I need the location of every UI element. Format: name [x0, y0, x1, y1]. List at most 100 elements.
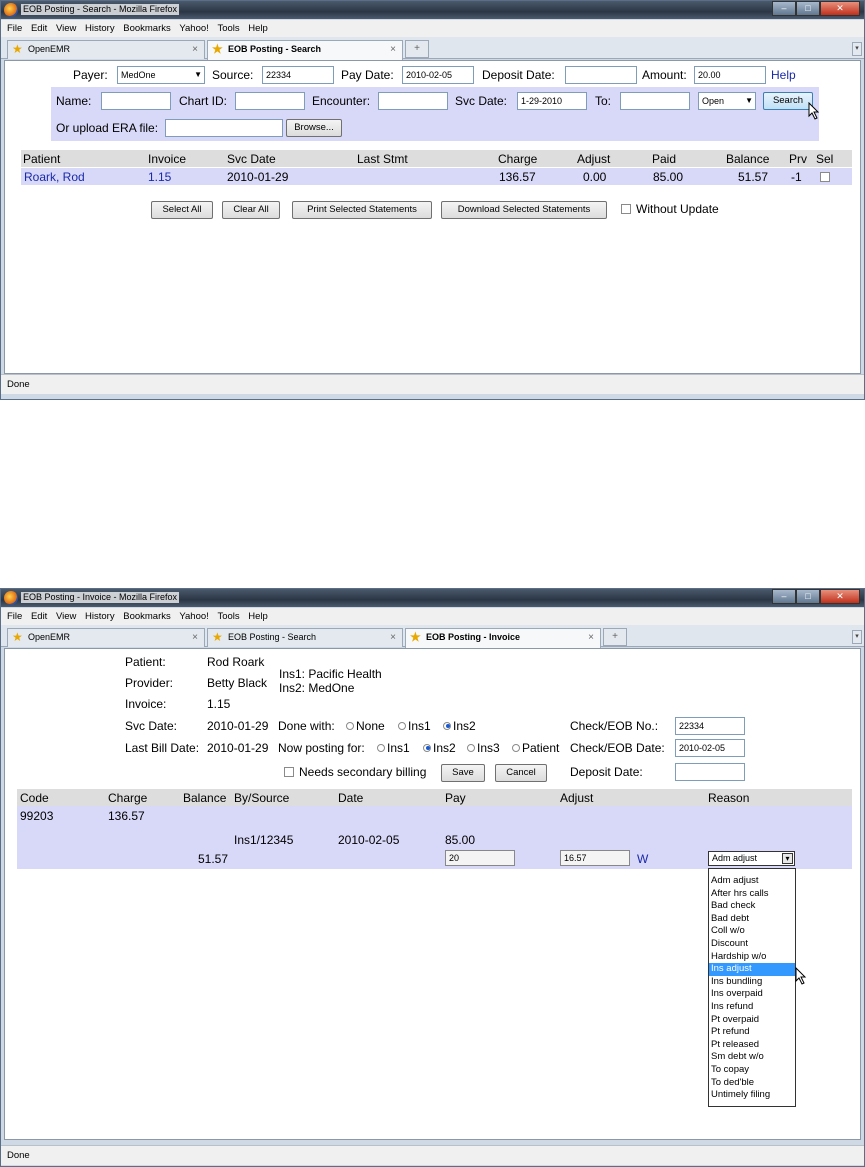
select-checkbox[interactable] [820, 172, 830, 182]
dropdown-option[interactable]: Pt overpaid [709, 1014, 795, 1027]
post-ins2-radio[interactable]: Ins2 [423, 741, 456, 755]
clear-all-button[interactable]: Clear All [222, 201, 280, 219]
status-select[interactable]: Open ▼ [698, 92, 756, 110]
dropdown-option[interactable]: Pt released [709, 1039, 795, 1052]
adjust-input[interactable]: 16.57 [560, 850, 630, 866]
patient-link[interactable]: Roark, Rod [24, 170, 85, 184]
without-update-checkbox[interactable] [621, 204, 631, 214]
close-button[interactable]: ✕ [820, 589, 860, 604]
to-date-input[interactable] [620, 92, 690, 110]
dropdown-option[interactable]: Ins adjust [709, 963, 795, 976]
help-link[interactable]: Help [771, 68, 796, 82]
era-file-input[interactable] [165, 119, 283, 137]
minimize-button[interactable]: – [772, 1, 796, 16]
check-no-input[interactable]: 22334 [675, 717, 745, 735]
minimize-button[interactable]: – [772, 589, 796, 604]
menu-help[interactable]: Help [248, 20, 268, 37]
done-with-none-radio[interactable]: None [346, 719, 385, 733]
ins1-value: Ins1: Pacific Health [279, 667, 382, 681]
dropdown-option[interactable]: Bad check [709, 900, 795, 913]
dropdown-option[interactable]: Ins bundling [709, 976, 795, 989]
dropdown-option[interactable]: Pt refund [709, 1026, 795, 1039]
menu-yahoo[interactable]: Yahoo! [179, 608, 208, 625]
check-date-label: Check/EOB Date: [570, 741, 665, 755]
menu-help[interactable]: Help [248, 608, 268, 625]
svc-date-input[interactable]: 1-29-2010 [517, 92, 587, 110]
menu-history[interactable]: History [85, 20, 115, 37]
pay-date-input[interactable]: 2010-02-05 [402, 66, 474, 84]
tab-openemr[interactable]: ★ OpenEMR × [7, 40, 205, 59]
tab-bar: ★ OpenEMR × ★ EOB Posting - Search × ★ E… [1, 625, 864, 648]
dropdown-option[interactable]: Coll w/o [709, 925, 795, 938]
menu-bookmarks[interactable]: Bookmarks [123, 608, 171, 625]
post-patient-radio[interactable]: Patient [512, 741, 559, 755]
done-with-ins1-radio[interactable]: Ins1 [398, 719, 431, 733]
print-statements-button[interactable]: Print Selected Statements [292, 201, 432, 219]
tab-scroll-icon[interactable]: ▾ [852, 42, 862, 56]
search-button[interactable]: Search [763, 92, 813, 110]
payer-select[interactable]: MedOne ▼ [117, 66, 205, 84]
tab-eob-invoice[interactable]: ★ EOB Posting - Invoice × [405, 628, 601, 648]
maximize-button[interactable]: □ [796, 589, 820, 604]
menu-tools[interactable]: Tools [217, 20, 239, 37]
chart-id-input[interactable] [235, 92, 305, 110]
dropdown-option[interactable]: Sm debt w/o [709, 1051, 795, 1064]
close-tab-icon[interactable]: × [390, 629, 396, 646]
dropdown-option[interactable]: Bad debt [709, 913, 795, 926]
save-button[interactable]: Save [441, 764, 485, 782]
check-date-input[interactable]: 2010-02-05 [675, 739, 745, 757]
menu-history[interactable]: History [85, 608, 115, 625]
pay-input[interactable]: 20 [445, 850, 515, 866]
tab-eob-search[interactable]: ★ EOB Posting - Search × [207, 40, 403, 60]
menu-tools[interactable]: Tools [217, 608, 239, 625]
download-statements-button[interactable]: Download Selected Statements [441, 201, 607, 219]
new-tab-button[interactable]: + [603, 628, 627, 646]
close-button[interactable]: ✕ [820, 1, 860, 16]
dropdown-option[interactable]: Discount [709, 938, 795, 951]
menu-view[interactable]: View [56, 608, 76, 625]
browse-button[interactable]: Browse... [286, 119, 342, 137]
name-input[interactable] [101, 92, 171, 110]
dropdown-option[interactable]: Hardship w/o [709, 951, 795, 964]
menu-view[interactable]: View [56, 20, 76, 37]
close-tab-icon[interactable]: × [588, 629, 594, 646]
encounter-input[interactable] [378, 92, 448, 110]
tab-eob-search[interactable]: ★ EOB Posting - Search × [207, 628, 403, 647]
radio-label: Ins1 [387, 741, 410, 755]
post-ins3-radio[interactable]: Ins3 [467, 741, 500, 755]
reason-select[interactable]: Adm adjust ▾ [708, 851, 795, 866]
tab-openemr[interactable]: ★ OpenEMR × [7, 628, 205, 647]
needs-secondary-checkbox[interactable] [284, 767, 294, 777]
dropdown-option[interactable]: Adm adjust [709, 875, 795, 888]
dropdown-option[interactable]: To ded'ble [709, 1077, 795, 1090]
maximize-button[interactable]: □ [796, 1, 820, 16]
source-input[interactable]: 22334 [262, 66, 334, 84]
menu-yahoo[interactable]: Yahoo! [179, 20, 208, 37]
browser-window-invoice: EOB Posting - Invoice - Mozilla Firefox … [0, 588, 865, 1167]
menu-bookmarks[interactable]: Bookmarks [123, 20, 171, 37]
done-with-ins2-radio[interactable]: Ins2 [443, 719, 476, 733]
amount-input[interactable]: 20.00 [694, 66, 766, 84]
deposit-date-input[interactable] [565, 66, 637, 84]
menu-file[interactable]: File [7, 20, 22, 37]
dropdown-option[interactable]: After hrs calls [709, 888, 795, 901]
new-tab-button[interactable]: + [405, 40, 429, 58]
dropdown-option[interactable]: Ins refund [709, 1001, 795, 1014]
dropdown-option[interactable]: To copay [709, 1064, 795, 1077]
dropdown-option[interactable]: Ins overpaid [709, 988, 795, 1001]
writeoff-link[interactable]: W [637, 852, 648, 866]
menu-edit[interactable]: Edit [31, 608, 47, 625]
close-tab-icon[interactable]: × [192, 629, 198, 646]
invoice-link[interactable]: 1.15 [148, 170, 171, 184]
post-ins1-radio[interactable]: Ins1 [377, 741, 410, 755]
close-tab-icon[interactable]: × [192, 41, 198, 58]
cancel-button[interactable]: Cancel [495, 764, 547, 782]
select-all-button[interactable]: Select All [151, 201, 213, 219]
item-source: Ins1/12345 [234, 833, 294, 847]
menu-edit[interactable]: Edit [31, 20, 47, 37]
menu-file[interactable]: File [7, 608, 22, 625]
deposit-date-input[interactable] [675, 763, 745, 781]
close-tab-icon[interactable]: × [390, 41, 396, 58]
dropdown-option[interactable]: Untimely filing [709, 1089, 795, 1102]
tab-scroll-icon[interactable]: ▾ [852, 630, 862, 644]
